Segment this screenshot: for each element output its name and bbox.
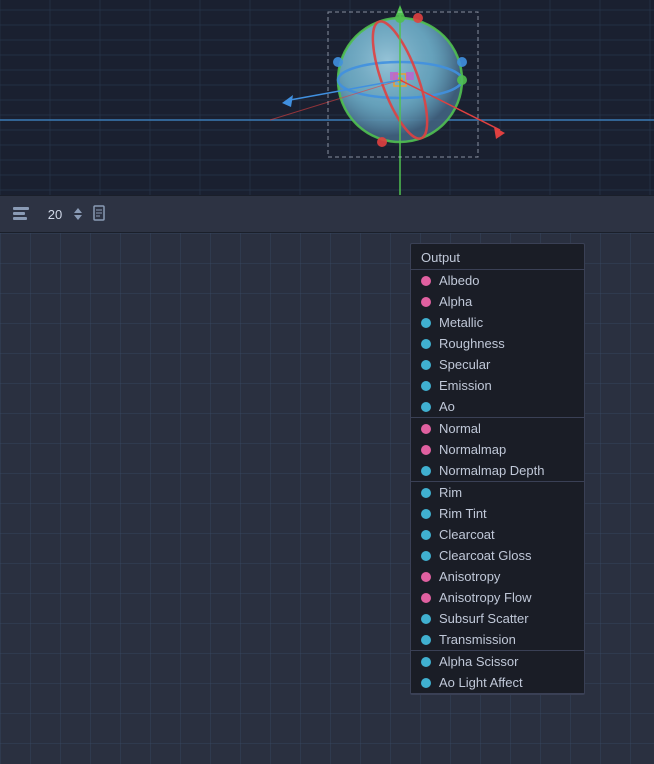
dot-anisotropy bbox=[421, 572, 431, 582]
item-roughness[interactable]: Roughness bbox=[411, 333, 584, 354]
dropdown-section-2: Normal Normalmap Normalmap Depth bbox=[411, 418, 584, 482]
output-dropdown: Output Albedo Alpha Metallic Roughness bbox=[410, 243, 585, 695]
frame-stepper[interactable] bbox=[74, 207, 82, 221]
dot-subsurf-scatter bbox=[421, 614, 431, 624]
main-area: Output Albedo Alpha Metallic Roughness bbox=[0, 233, 654, 764]
label-alpha-scissor: Alpha Scissor bbox=[439, 654, 518, 669]
frame-number: 20 bbox=[40, 207, 70, 222]
item-normal[interactable]: Normal bbox=[411, 418, 584, 439]
tool-icon[interactable] bbox=[10, 203, 32, 225]
dot-normal bbox=[421, 424, 431, 434]
item-alpha[interactable]: Alpha bbox=[411, 291, 584, 312]
item-metallic[interactable]: Metallic bbox=[411, 312, 584, 333]
dot-rim bbox=[421, 488, 431, 498]
label-normalmap: Normalmap bbox=[439, 442, 506, 457]
label-subsurf-scatter: Subsurf Scatter bbox=[439, 611, 529, 626]
item-anisotropy-flow[interactable]: Anisotropy Flow bbox=[411, 587, 584, 608]
label-clearcoat: Clearcoat bbox=[439, 527, 495, 542]
label-alpha: Alpha bbox=[439, 294, 472, 309]
label-albedo: Albedo bbox=[439, 273, 479, 288]
toolbar: 20 bbox=[0, 195, 654, 233]
viewport-3d[interactable] bbox=[0, 0, 654, 195]
dot-normalmap bbox=[421, 445, 431, 455]
label-roughness: Roughness bbox=[439, 336, 505, 351]
item-anisotropy[interactable]: Anisotropy bbox=[411, 566, 584, 587]
label-ao-light-affect: Ao Light Affect bbox=[439, 675, 523, 690]
item-normalmap-depth[interactable]: Normalmap Depth bbox=[411, 460, 584, 481]
dot-alpha bbox=[421, 297, 431, 307]
dot-ao-light-affect bbox=[421, 678, 431, 688]
dot-roughness bbox=[421, 339, 431, 349]
dot-metallic bbox=[421, 318, 431, 328]
item-specular[interactable]: Specular bbox=[411, 354, 584, 375]
label-emission: Emission bbox=[439, 378, 492, 393]
item-clearcoat[interactable]: Clearcoat bbox=[411, 524, 584, 545]
item-subsurf-scatter[interactable]: Subsurf Scatter bbox=[411, 608, 584, 629]
dropdown-section-1: Albedo Alpha Metallic Roughness Specular… bbox=[411, 270, 584, 418]
item-alpha-scissor[interactable]: Alpha Scissor bbox=[411, 651, 584, 672]
label-clearcoat-gloss: Clearcoat Gloss bbox=[439, 548, 531, 563]
dot-rim-tint bbox=[421, 509, 431, 519]
item-rim[interactable]: Rim bbox=[411, 482, 584, 503]
label-metallic: Metallic bbox=[439, 315, 483, 330]
label-rim: Rim bbox=[439, 485, 462, 500]
label-normal: Normal bbox=[439, 421, 481, 436]
dot-ao bbox=[421, 402, 431, 412]
label-anisotropy-flow: Anisotropy Flow bbox=[439, 590, 531, 605]
label-normalmap-depth: Normalmap Depth bbox=[439, 463, 545, 478]
dropdown-section-3: Rim Rim Tint Clearcoat Clearcoat Gloss A… bbox=[411, 482, 584, 651]
item-albedo[interactable]: Albedo bbox=[411, 270, 584, 291]
doc-button[interactable] bbox=[90, 204, 110, 224]
dropdown-section-4: Alpha Scissor Ao Light Affect bbox=[411, 651, 584, 694]
item-normalmap[interactable]: Normalmap bbox=[411, 439, 584, 460]
dot-specular bbox=[421, 360, 431, 370]
dot-transmission bbox=[421, 635, 431, 645]
item-emission[interactable]: Emission bbox=[411, 375, 584, 396]
dot-emission bbox=[421, 381, 431, 391]
dot-clearcoat bbox=[421, 530, 431, 540]
dot-albedo bbox=[421, 276, 431, 286]
item-clearcoat-gloss[interactable]: Clearcoat Gloss bbox=[411, 545, 584, 566]
label-specular: Specular bbox=[439, 357, 490, 372]
label-anisotropy: Anisotropy bbox=[439, 569, 500, 584]
dot-alpha-scissor bbox=[421, 657, 431, 667]
item-ao[interactable]: Ao bbox=[411, 396, 584, 417]
label-ao: Ao bbox=[439, 399, 455, 414]
item-ao-light-affect[interactable]: Ao Light Affect bbox=[411, 672, 584, 693]
item-transmission[interactable]: Transmission bbox=[411, 629, 584, 650]
label-transmission: Transmission bbox=[439, 632, 516, 647]
dot-normalmap-depth bbox=[421, 466, 431, 476]
item-rim-tint[interactable]: Rim Tint bbox=[411, 503, 584, 524]
label-rim-tint: Rim Tint bbox=[439, 506, 487, 521]
dropdown-header: Output bbox=[411, 244, 584, 270]
dot-anisotropy-flow bbox=[421, 593, 431, 603]
dot-clearcoat-gloss bbox=[421, 551, 431, 561]
